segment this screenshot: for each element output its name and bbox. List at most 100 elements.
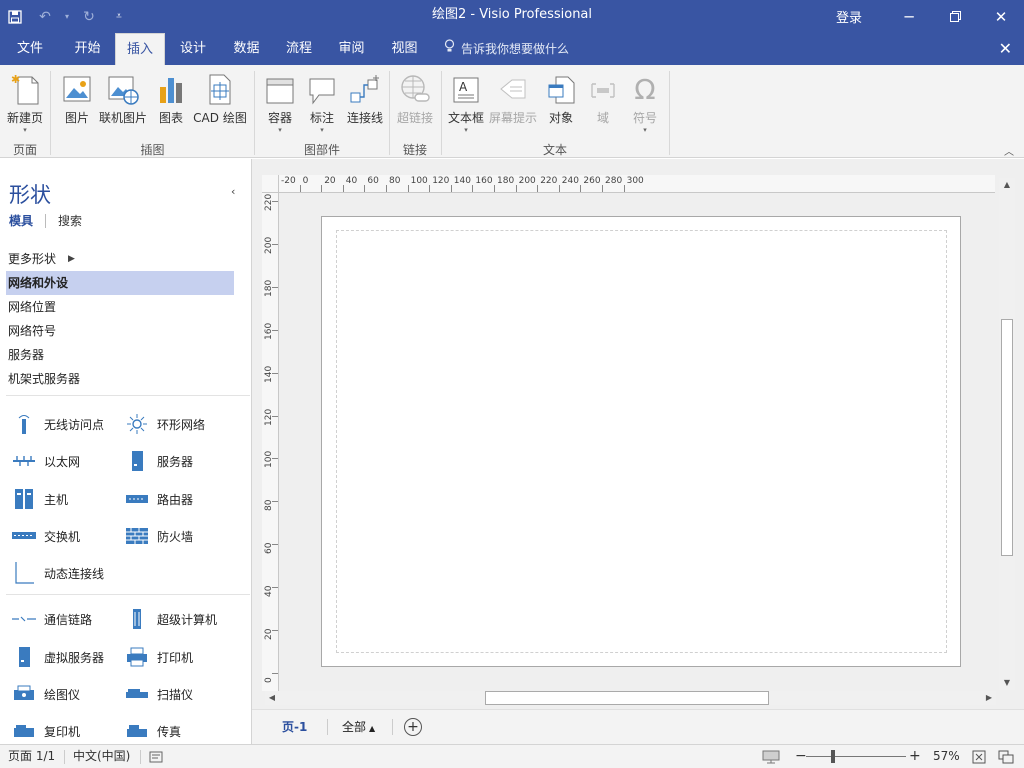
- shape-plotter[interactable]: 绘图仪: [10, 682, 80, 706]
- field-button[interactable]: 域: [588, 69, 618, 126]
- macro-record-icon[interactable]: [149, 745, 163, 768]
- save-icon[interactable]: [0, 0, 30, 33]
- close-window-button[interactable]: ✕: [978, 0, 1024, 33]
- ruler-label: 0: [264, 677, 274, 683]
- shape-ethernet[interactable]: 以太网: [10, 449, 80, 473]
- ruler-label: 80: [389, 176, 401, 186]
- shape-copier[interactable]: 复印机: [10, 719, 80, 743]
- scroll-right-icon[interactable]: ▶: [982, 691, 996, 705]
- hyperlink-button[interactable]: 超链接: [395, 69, 435, 126]
- chart-button[interactable]: 图表: [155, 69, 187, 126]
- add-page-icon[interactable]: +: [404, 718, 422, 736]
- undo-dropdown-icon[interactable]: ▾: [60, 0, 74, 33]
- tab-data[interactable]: 数据: [220, 33, 273, 65]
- shape-router[interactable]: 路由器: [123, 487, 193, 511]
- tell-me-box[interactable]: 告诉我你想要做什么: [444, 33, 569, 65]
- tab-insert[interactable]: 插入: [115, 33, 165, 65]
- redo-icon[interactable]: ↻: [74, 0, 104, 33]
- zoom-in-icon[interactable]: +: [909, 745, 921, 768]
- stencil-network-peripherals[interactable]: 网络和外设: [6, 271, 234, 295]
- minimize-button[interactable]: ─: [886, 0, 932, 33]
- switch-windows-icon[interactable]: [998, 745, 1014, 768]
- presentation-mode-icon[interactable]: [762, 745, 780, 768]
- vertical-ruler[interactable]: 220 200 180 160 140 120 100 80 60 40 20 0: [262, 193, 279, 691]
- shape-dynamic-connector[interactable]: 动态连接线: [10, 561, 104, 585]
- textbox-button[interactable]: A 文本框 ▾: [446, 69, 486, 134]
- tab-design[interactable]: 设计: [166, 33, 220, 65]
- shape-mainframe[interactable]: 主机: [10, 487, 68, 511]
- shape-ring-network[interactable]: 环形网络: [123, 412, 205, 436]
- fit-page-icon[interactable]: [972, 745, 986, 768]
- shape-scanner[interactable]: 扫描仪: [123, 682, 193, 706]
- stencil-servers[interactable]: 服务器: [6, 343, 234, 367]
- shape-firewall[interactable]: 防火墙: [123, 524, 193, 548]
- tab-search[interactable]: 搜索: [58, 212, 82, 229]
- container-button[interactable]: 容器 ▾: [263, 69, 297, 134]
- collapse-ribbon-icon[interactable]: ︿: [1004, 143, 1014, 158]
- drawing-page[interactable]: [321, 216, 961, 667]
- screentip-icon: [498, 69, 528, 105]
- horizontal-scrollbar[interactable]: ◀ ▶: [265, 691, 996, 705]
- vertical-scroll-thumb[interactable]: [1001, 319, 1013, 556]
- zoom-level[interactable]: 57%: [933, 745, 960, 768]
- shape-fax[interactable]: 传真: [123, 719, 181, 743]
- ribbon-insert: ✱ 新建页 ▾ 页面 图片 联机图片 图表 CAD 绘图 插图 容器 ▾ 标注 …: [0, 65, 1024, 158]
- online-picture-button[interactable]: 联机图片: [97, 69, 149, 126]
- close-document-icon[interactable]: ✕: [999, 33, 1012, 65]
- omega-icon: Ω: [634, 73, 656, 106]
- ruler-tick: [364, 185, 366, 192]
- shape-wireless-access-point[interactable]: 无线访问点: [10, 412, 104, 436]
- scanner-icon: [123, 682, 151, 706]
- vertical-scrollbar[interactable]: ▲ ▼: [999, 178, 1015, 690]
- page-number-status[interactable]: 页面 1/1: [8, 745, 55, 768]
- lightbulb-icon: [444, 33, 455, 65]
- page-tab-1[interactable]: 页-1: [282, 710, 307, 744]
- horizontal-ruler[interactable]: -20 0 20 40 60 80 100 120 140 160 180 200 220 240 260 2…: [279, 175, 995, 193]
- screentip-button[interactable]: 屏幕提示: [488, 69, 538, 126]
- tab-view[interactable]: 视图: [378, 33, 431, 65]
- shape-server[interactable]: 服务器: [123, 449, 193, 473]
- shape-supercomputer[interactable]: 超级计算机: [123, 607, 217, 631]
- tab-process[interactable]: 流程: [273, 33, 325, 65]
- sign-in-link[interactable]: 登录: [836, 7, 862, 26]
- ruler-corner[interactable]: [262, 175, 279, 193]
- zoom-slider-thumb[interactable]: [831, 750, 835, 763]
- shape-virtual-server[interactable]: 虚拟服务器: [10, 645, 104, 669]
- restore-button[interactable]: [932, 0, 978, 33]
- stencil-network-locations[interactable]: 网络位置: [6, 295, 234, 319]
- group-illustrations-label: 插图: [140, 143, 165, 157]
- ribbon-tabs: 文件 开始 插入 设计 数据 流程 审阅 视图 告诉我你想要做什么 ✕: [0, 33, 1024, 65]
- scroll-left-icon[interactable]: ◀: [265, 691, 279, 705]
- shape-comm-link[interactable]: 通信链路: [10, 607, 92, 631]
- horizontal-scroll-thumb[interactable]: [485, 691, 769, 705]
- picture-button[interactable]: 图片: [59, 69, 95, 126]
- zoom-slider-track[interactable]: [806, 756, 906, 757]
- connector-button[interactable]: 连接线: [345, 69, 385, 126]
- all-pages-button[interactable]: 全部 ▲: [342, 710, 375, 744]
- new-page-button[interactable]: ✱ 新建页 ▾: [6, 69, 44, 134]
- group-links-label: 链接: [402, 143, 427, 157]
- undo-icon[interactable]: ↶: [30, 0, 60, 33]
- tab-stencils[interactable]: 模具: [9, 212, 33, 229]
- shape-printer[interactable]: 打印机: [123, 645, 193, 669]
- stencil-network-symbols[interactable]: 网络符号: [6, 319, 234, 343]
- tab-file[interactable]: 文件: [0, 33, 60, 65]
- cad-drawing-button[interactable]: CAD 绘图: [192, 69, 248, 126]
- shape-switch[interactable]: 交换机: [10, 524, 80, 548]
- group-text-label: 文本: [542, 143, 567, 157]
- stencil-rack-servers[interactable]: 机架式服务器: [6, 367, 234, 391]
- callout-icon: [307, 69, 337, 105]
- language-status[interactable]: 中文(中国): [73, 745, 130, 768]
- scroll-up-icon[interactable]: ▲: [999, 178, 1015, 192]
- scroll-down-icon[interactable]: ▼: [999, 676, 1015, 690]
- symbol-button[interactable]: Ω 符号 ▾: [628, 69, 662, 135]
- zoom-out-icon[interactable]: −: [795, 745, 807, 768]
- tab-review[interactable]: 审阅: [325, 33, 378, 65]
- callout-button[interactable]: 标注 ▾: [306, 69, 338, 134]
- customize-qat-icon[interactable]: ⩡: [104, 0, 134, 33]
- more-shapes-item[interactable]: 更多形状 ▶: [6, 247, 234, 271]
- ruler-label: 40: [345, 176, 358, 186]
- collapse-pane-icon[interactable]: ‹: [231, 185, 235, 198]
- object-button[interactable]: 对象: [545, 69, 577, 126]
- tab-home[interactable]: 开始: [60, 33, 115, 65]
